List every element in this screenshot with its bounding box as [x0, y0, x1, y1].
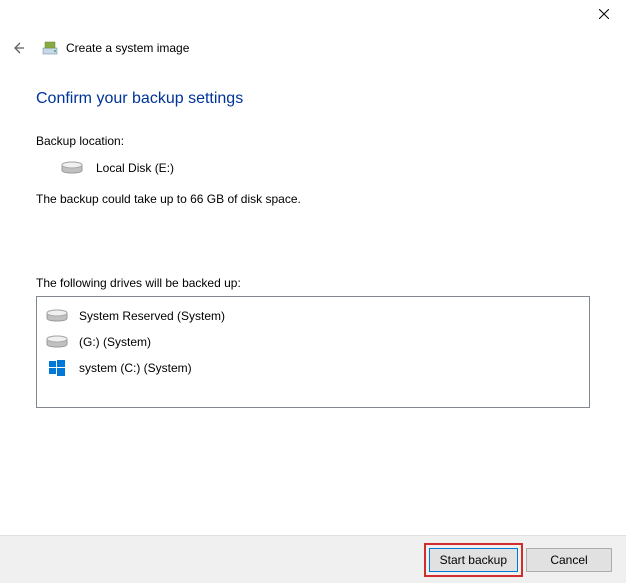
drive-name: System Reserved (System): [79, 309, 225, 323]
start-backup-button[interactable]: Start backup: [429, 548, 518, 572]
drives-listbox: System Reserved (System) (G:) (System): [36, 296, 590, 408]
cancel-button[interactable]: Cancel: [526, 548, 612, 572]
page-heading: Confirm your backup settings: [36, 90, 590, 108]
app-icon: [42, 40, 58, 56]
windows-icon: [49, 360, 65, 376]
close-icon: [599, 9, 609, 19]
hdd-icon: [45, 308, 69, 324]
footer: Start backup Cancel: [0, 535, 626, 583]
hdd-icon: [60, 160, 84, 176]
backup-location-name: Local Disk (E:): [96, 161, 174, 175]
drive-name: system (C:) (System): [79, 361, 192, 375]
content-area: Confirm your backup settings Backup loca…: [0, 58, 626, 408]
size-info: The backup could take up to 66 GB of dis…: [36, 192, 590, 206]
back-arrow-icon: [10, 40, 26, 56]
close-button[interactable]: [581, 0, 626, 28]
header-row: Create a system image: [0, 30, 626, 58]
window-title: Create a system image: [66, 41, 189, 55]
drive-row: system (C:) (System): [37, 355, 589, 381]
drives-label: The following drives will be backed up:: [36, 276, 590, 290]
hdd-icon: [45, 334, 69, 350]
drive-row: System Reserved (System): [37, 303, 589, 329]
drive-row: (G:) (System): [37, 329, 589, 355]
backup-location-label: Backup location:: [36, 134, 590, 148]
title-bar: [0, 0, 626, 30]
back-button[interactable]: [8, 38, 28, 58]
drive-name: (G:) (System): [79, 335, 151, 349]
backup-location-row: Local Disk (E:): [36, 160, 590, 176]
